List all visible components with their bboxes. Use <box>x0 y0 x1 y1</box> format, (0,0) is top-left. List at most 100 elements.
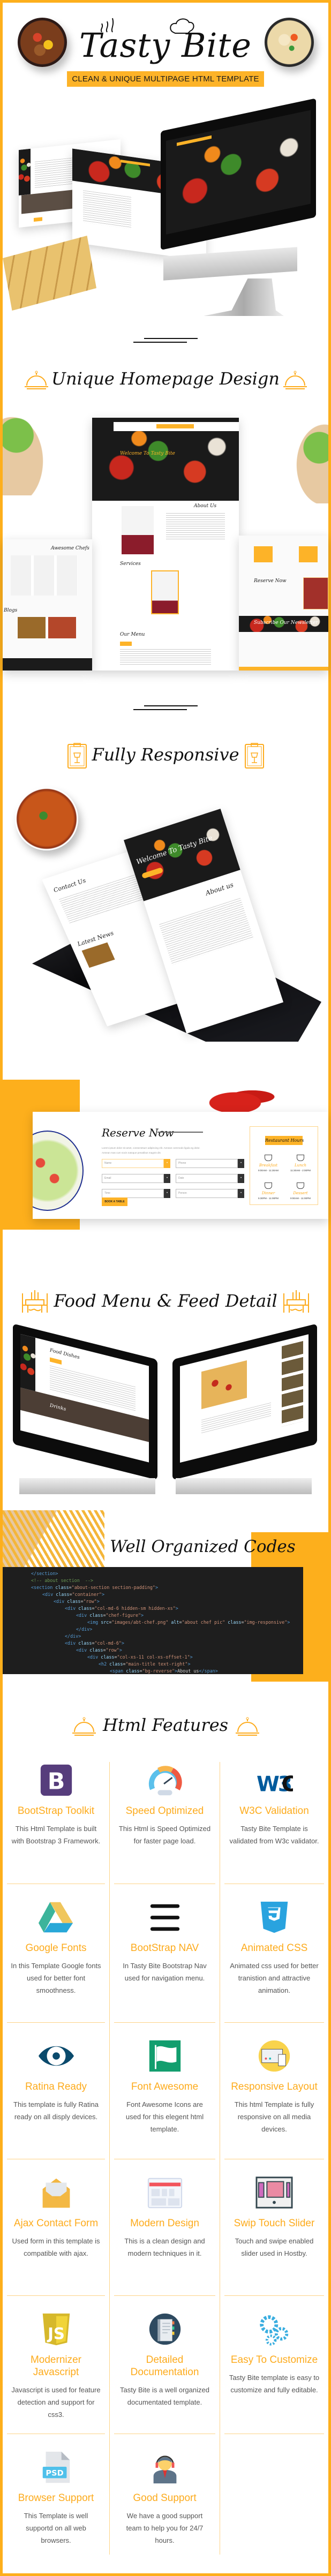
mock-label: Blogs <box>4 608 18 613</box>
mock-label: Latest News <box>76 929 115 948</box>
logo: Tasty Bite <box>79 26 252 65</box>
hours-item: Lunch 11:30AM - 2:00PM <box>285 1155 316 1172</box>
svg-text:JS: JS <box>47 2324 65 2342</box>
section-title-menu: Food Menu & Feed Detail <box>54 1291 277 1311</box>
feature-card: Swip Touch Slider Touch and swipe enabled… <box>220 2159 328 2296</box>
notebook-icon <box>149 2313 180 2345</box>
feature-description: This is a clean design and modern techni… <box>124 2237 205 2257</box>
feature-card: Speed Optimized This Html is Speed Optimi… <box>110 1762 220 1884</box>
feature-title: Ajax Contact Form <box>13 2218 99 2229</box>
envelope-icon: • <box>164 1174 170 1183</box>
hours-item: Breakfast 9:00AM - 11:30AM <box>253 1155 284 1172</box>
feature-description: This html Template is fully responsive o… <box>234 2100 314 2133</box>
feature-card: Animated CSS Animated css used for better… <box>220 1884 328 2023</box>
section-title-code: Well Organized Codes <box>110 1537 296 1556</box>
feature-title: Easy To Customize <box>230 2354 318 2366</box>
mock-label: Welcome To Tasty Bite <box>120 451 175 456</box>
section-title-homepage: Unique Homepage Design <box>51 368 280 389</box>
code-block: </section> <!-- about section --> <section… <box>3 1567 303 1674</box>
meal-name: Lunch <box>294 1163 307 1168</box>
code-line: <div class="col-xs-11 col-xs-offset-1"> <box>87 1654 193 1660</box>
pencil-icon: • <box>164 1159 170 1168</box>
chili-peppers <box>201 1082 287 1112</box>
wrap-food-right <box>292 418 328 503</box>
reserve-panel: Reserve Now Lorem ipsum dolor sit amet, … <box>33 1112 328 1219</box>
feature-title: Google Fonts <box>25 1942 87 1954</box>
feature-card: Good Support We have a good support team … <box>110 2434 220 2555</box>
meal-icon <box>297 1155 304 1161</box>
hamburger-menu-icon <box>150 1904 179 1931</box>
reserve-field[interactable]: Time • <box>102 1189 170 1198</box>
reserve-input[interactable]: Phone <box>176 1159 238 1168</box>
feature-title: Detailed Documentation <box>130 2354 199 2378</box>
monitor-left-chin <box>19 1478 155 1494</box>
reserve-field[interactable]: Name • <box>102 1159 170 1168</box>
code-line: <h2 class="main-title text-right"> <box>99 1661 191 1667</box>
book-table-button[interactable]: BOOK A TABLE <box>102 1197 127 1206</box>
feature-card: Ratina Ready This template is fully Ratin… <box>3 2023 110 2159</box>
reserve-input[interactable]: Date <box>176 1174 238 1183</box>
feature-title: Responsive Layout <box>231 2081 318 2092</box>
french-fries <box>3 1510 104 1567</box>
feature-card: B BootStrap Toolkit This Html Template is … <box>3 1762 110 1884</box>
wrap-food-left <box>3 410 48 495</box>
hours-item: Dinner 5:30PM - 11:00PM <box>253 1182 284 1200</box>
mock-label: Awesome Chefs <box>51 546 89 551</box>
feature-description: Tasty Bite is a well organized documenta… <box>120 2386 209 2406</box>
reserve-input[interactable]: Name <box>102 1159 164 1168</box>
w3c-icon: W3C <box>257 1772 293 1796</box>
meal-name: Dessert <box>293 1191 308 1195</box>
feature-description: Tasty Bite Template is validated from W3… <box>229 1825 319 1845</box>
responsive-devices-icon <box>258 2040 290 2072</box>
bootstrap-icon: B <box>40 1764 72 1796</box>
code-line: <img src="images/abt-chef.png" alt="abou… <box>87 1620 290 1625</box>
feature-description: Used form in this template is compatible… <box>12 2237 100 2257</box>
support-agent-icon <box>153 2456 176 2484</box>
reserve-field[interactable]: Email • <box>102 1174 170 1183</box>
feature-card: Modern Design This is a clean design and … <box>110 2159 220 2296</box>
divider-line <box>133 709 187 710</box>
feature-title: Modernizer Javascript <box>30 2354 82 2378</box>
reserve-title: Reserve Now <box>102 1126 174 1139</box>
feature-card: Ajax Contact Form Used form in this templ… <box>3 2159 110 2296</box>
dining-table-icon <box>283 1290 309 1313</box>
mock-label: About us <box>205 880 235 897</box>
css3-icon <box>260 1901 288 1933</box>
calendar-icon: • <box>238 1174 244 1183</box>
reserve-input[interactable]: Time <box>102 1189 164 1198</box>
feature-card: Easy To Customize Tasty Bite template is … <box>220 2296 328 2434</box>
monitor-right-chin <box>176 1478 312 1494</box>
divider-line <box>144 705 198 706</box>
meal-name: Dinner <box>261 1191 275 1195</box>
flag-icon <box>149 2040 180 2072</box>
hours-title: Restaurant Hours <box>265 1136 304 1145</box>
divider-line <box>144 338 198 339</box>
psd-file-icon: PSD <box>42 2451 70 2483</box>
reserve-field[interactable]: Phone • <box>176 1159 244 1168</box>
feature-card <box>220 2434 328 2555</box>
svg-text:C: C <box>282 1772 293 1796</box>
divider-line <box>133 342 187 343</box>
salad-plate <box>33 1131 84 1211</box>
reserve-input[interactable]: Email <box>102 1174 164 1183</box>
feature-description: Font Awesome Icons are used for this ele… <box>125 2100 204 2133</box>
feature-title: Browser Support <box>18 2492 94 2504</box>
soup-bowl <box>15 787 78 850</box>
mock-label: Our Menu <box>120 632 145 637</box>
code-line: </div> <box>76 1626 93 1632</box>
gears-icon <box>260 2315 289 2346</box>
feature-title: Speed Optimized <box>125 1805 204 1817</box>
reserve-field[interactable]: Date • <box>176 1174 244 1183</box>
mock-label: Subscribe Our Newsletter <box>254 620 318 626</box>
reserve-field[interactable]: Person • <box>176 1189 244 1198</box>
meal-time: 9:00AM - 11:00PM <box>290 1197 311 1200</box>
section-title-responsive: Fully Responsive <box>92 744 239 765</box>
code-line: <!-- about section --> <box>31 1578 93 1583</box>
feature-title: Ratina Ready <box>25 2081 87 2092</box>
reserve-input[interactable]: Person <box>176 1189 238 1198</box>
mock-label: Reserve Now <box>254 578 287 584</box>
feature-card: Font Awesome Font Awesome Icons are used … <box>110 2023 220 2159</box>
feature-description: Tasty Bite template is easy to customize… <box>229 2374 320 2394</box>
feature-title: BootStrap NAV <box>130 1942 199 1954</box>
feature-title: Good Support <box>133 2492 197 2504</box>
